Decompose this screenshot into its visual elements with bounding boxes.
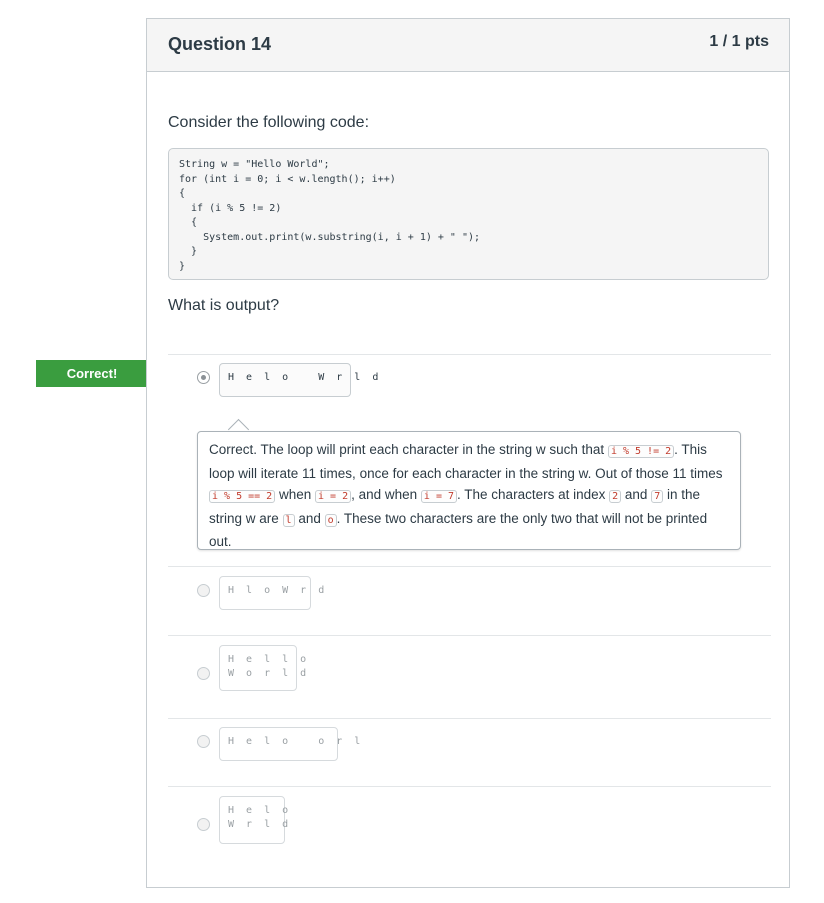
answer-radio-3[interactable] — [197, 667, 210, 680]
inline-code: i = 7 — [420, 490, 458, 503]
divider — [168, 566, 771, 567]
question-title: Question 14 — [168, 34, 272, 54]
answer-radio-2[interactable] — [197, 584, 210, 597]
question-header: Question 14 1 / 1 pts — [147, 19, 789, 72]
question-card: Question 14 1 / 1 pts Consider the follo… — [146, 18, 790, 888]
code-block: String w = "Hello World"; for (int i = 0… — [168, 148, 769, 280]
answer-option-4[interactable]: H e l o o r l — [219, 727, 360, 761]
inline-code: o — [324, 513, 337, 527]
answer-radio-4[interactable] — [197, 735, 210, 748]
inline-code: i % 5 == 2 — [209, 490, 276, 503]
answer-radio-1[interactable] — [197, 371, 210, 384]
divider — [168, 635, 771, 636]
inline-code: 7 — [651, 490, 664, 503]
answer-option-3[interactable]: H e l l o W o r l d — [219, 645, 306, 691]
inline-code: l — [282, 513, 295, 527]
answer-radio-5[interactable] — [197, 818, 210, 831]
question-points: 1 / 1 pts — [709, 33, 769, 50]
divider — [168, 786, 771, 787]
divider — [168, 718, 771, 719]
answer-option-5[interactable]: H e l o W r l d — [219, 796, 288, 844]
answer-feedback: Correct. The loop will print each charac… — [197, 431, 741, 550]
divider — [168, 354, 771, 355]
correct-flag: Correct! — [36, 360, 162, 387]
question-prompt: Consider the following code: — [168, 114, 370, 131]
answer-option-2[interactable]: H l o W r d — [219, 576, 324, 610]
answer-option-1[interactable]: H e l o W r l d — [219, 363, 378, 397]
question-ask: What is output? — [168, 297, 280, 314]
inline-code: i = 2 — [315, 490, 352, 503]
inline-code: i % 5 != 2 — [607, 445, 675, 458]
inline-code: 2 — [609, 490, 622, 503]
